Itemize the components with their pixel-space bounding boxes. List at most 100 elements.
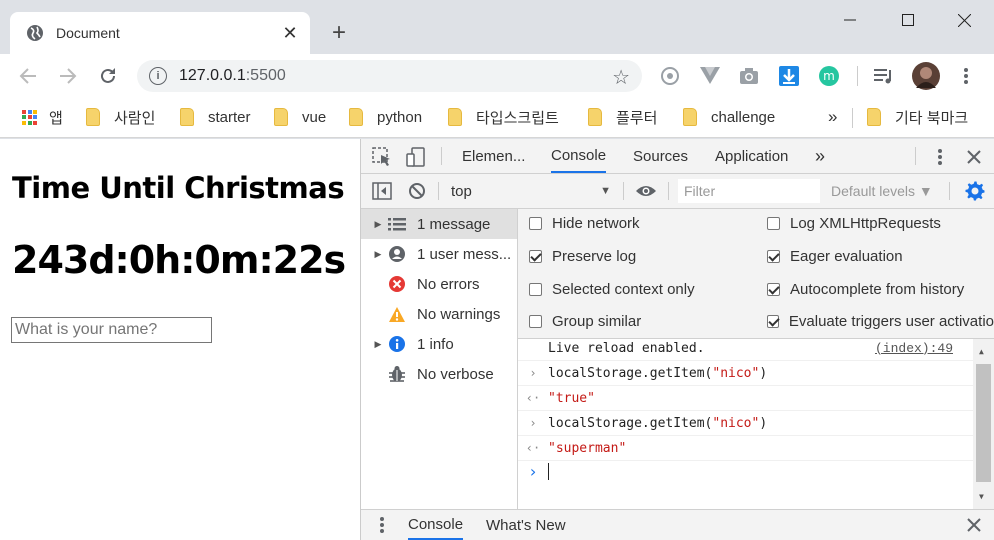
folder-icon — [86, 108, 100, 126]
info-icon — [387, 334, 407, 354]
bookmark-folder[interactable]: starter — [180, 106, 251, 128]
console-settings-pane: Hide network Preserve log Selected conte… — [518, 209, 994, 339]
drawer-tab-console[interactable]: Console — [408, 510, 464, 540]
dropdown-arrow-icon: ▼ — [600, 185, 611, 197]
setting-label: Group similar — [552, 312, 642, 330]
close-devtools-icon[interactable] — [963, 146, 985, 168]
devtools-tab-bar: Elemen... Console Sources Application » — [361, 139, 994, 174]
setting-user-activation[interactable]: Evaluate triggers user activatio — [767, 310, 994, 332]
devtools-menu-icon[interactable] — [929, 146, 951, 168]
bookmark-folder[interactable]: 타입스크립트 — [448, 106, 559, 128]
setting-label: Evaluate triggers user activatio — [788, 312, 994, 330]
bookmarks-bar: 앱 사람인 starter vue python 타입스크립트 플루터 chal… — [0, 98, 994, 138]
maximize-button[interactable] — [880, 6, 936, 34]
sidebar-item-user-messages[interactable]: ▶ 1 user mess... — [361, 239, 517, 269]
console-prompt[interactable]: › — [518, 459, 973, 484]
new-tab-button[interactable]: + — [326, 19, 352, 46]
tab-application[interactable]: Application — [715, 139, 788, 173]
tab-console[interactable]: Console — [551, 139, 607, 173]
drawer-tab-whats-new[interactable]: What's New — [486, 510, 566, 540]
setting-log-xhr[interactable]: Log XMLHttpRequests — [767, 212, 941, 234]
media-queue-icon[interactable] — [874, 66, 894, 86]
checkbox[interactable] — [529, 249, 542, 263]
tabs-overflow-button[interactable]: » — [815, 139, 825, 173]
console-filter-bar: top ▼ Filter Default levels ▼ — [361, 174, 994, 209]
checkbox[interactable] — [767, 314, 779, 328]
bookmark-star-icon[interactable]: ☆ — [612, 65, 630, 90]
expand-arrow-icon[interactable]: ▶ — [369, 339, 387, 350]
device-toolbar-icon[interactable] — [405, 146, 427, 168]
checkbox[interactable] — [529, 314, 542, 328]
bookmark-folder[interactable]: python — [349, 106, 422, 128]
gear-icon[interactable] — [964, 180, 986, 202]
context-selector[interactable]: top ▼ — [451, 181, 611, 201]
setting-selected-context[interactable]: Selected context only — [529, 278, 695, 300]
avatar[interactable] — [912, 62, 940, 90]
address-bar[interactable]: i 127.0.0.1:5500 ☆ — [137, 60, 642, 92]
console-result-line: ‹· "superman" — [518, 436, 973, 461]
extension-download-icon[interactable] — [779, 66, 799, 86]
extension-vue-icon[interactable] — [700, 66, 720, 86]
checkbox[interactable] — [767, 282, 780, 296]
bookmark-apps[interactable]: 앱 — [22, 106, 63, 128]
minimize-button[interactable] — [822, 6, 878, 34]
menu-kebab-icon[interactable] — [956, 66, 976, 86]
forward-button[interactable] — [54, 62, 82, 90]
sidebar-item-label: 1 info — [417, 335, 454, 353]
expand-arrow-icon[interactable]: ▶ — [369, 219, 387, 230]
checkbox[interactable] — [767, 216, 780, 230]
globe-icon — [27, 25, 43, 41]
sidebar-item-verbose[interactable]: No verbose — [361, 359, 517, 389]
sidebar-item-messages[interactable]: ▶ 1 message — [361, 209, 517, 239]
console-scrollbar[interactable]: ▲ ▼ — [973, 339, 994, 509]
setting-autocomplete-history[interactable]: Autocomplete from history — [767, 278, 964, 300]
bookmark-folder[interactable]: 사람인 — [86, 106, 155, 128]
clear-console-icon[interactable] — [406, 180, 428, 202]
extension-m-icon[interactable]: m — [819, 66, 839, 86]
folder-icon — [349, 108, 363, 126]
setting-preserve-log[interactable]: Preserve log — [529, 245, 636, 267]
scrollbar-thumb[interactable] — [976, 364, 991, 482]
extension-camera-icon[interactable] — [739, 66, 759, 86]
filter-input[interactable]: Filter — [678, 179, 820, 203]
sidebar-item-warnings[interactable]: No warnings — [361, 299, 517, 329]
setting-eager-evaluation[interactable]: Eager evaluation — [767, 245, 903, 267]
expand-arrow-icon[interactable]: ▶ — [369, 249, 387, 260]
sidebar-item-info[interactable]: ▶ 1 info — [361, 329, 517, 359]
bookmark-folder[interactable]: challenge — [683, 106, 775, 128]
reload-button[interactable] — [94, 62, 122, 90]
source-link[interactable]: (index):49 — [875, 341, 953, 356]
close-drawer-icon[interactable] — [963, 514, 985, 536]
drawer-menu-icon[interactable] — [371, 514, 393, 536]
browser-tab[interactable]: Document ✕ — [10, 12, 310, 54]
sidebar-toggle-icon[interactable] — [371, 180, 393, 202]
toolbar-divider — [857, 66, 858, 86]
name-input[interactable] — [11, 317, 212, 343]
info-icon[interactable]: i — [149, 67, 167, 85]
setting-hide-network[interactable]: Hide network — [529, 212, 640, 234]
tab-elements[interactable]: Elemen... — [462, 139, 525, 173]
scroll-down-icon[interactable]: ▼ — [979, 492, 984, 501]
prompt-chevron-icon: › — [528, 462, 538, 481]
close-tab-icon[interactable]: ✕ — [276, 19, 304, 47]
close-window-button[interactable] — [936, 6, 992, 34]
bookmark-label: python — [377, 108, 423, 126]
checkbox[interactable] — [767, 249, 780, 263]
checkbox[interactable] — [529, 216, 542, 230]
back-button[interactable] — [14, 62, 42, 90]
eye-icon[interactable] — [635, 180, 657, 202]
inspect-element-icon[interactable] — [371, 146, 393, 168]
log-levels-dropdown[interactable]: Default levels ▼ — [831, 183, 933, 199]
tab-sources[interactable]: Sources — [633, 139, 688, 173]
console-input-line: › localStorage.getItem("nico") — [518, 411, 973, 436]
scroll-up-icon[interactable]: ▲ — [979, 347, 984, 356]
bookmarks-overflow-button[interactable]: » — [828, 106, 837, 128]
bookmark-folder[interactable]: vue — [274, 106, 326, 128]
bookmark-folder[interactable]: 플루터 — [588, 106, 657, 128]
setting-group-similar[interactable]: Group similar — [529, 310, 641, 332]
checkbox[interactable] — [529, 282, 542, 296]
user-icon — [387, 244, 407, 264]
extension-target-icon[interactable] — [660, 66, 680, 86]
bookmark-folder[interactable]: 기타 북마크 — [867, 106, 968, 128]
sidebar-item-errors[interactable]: No errors — [361, 269, 517, 299]
